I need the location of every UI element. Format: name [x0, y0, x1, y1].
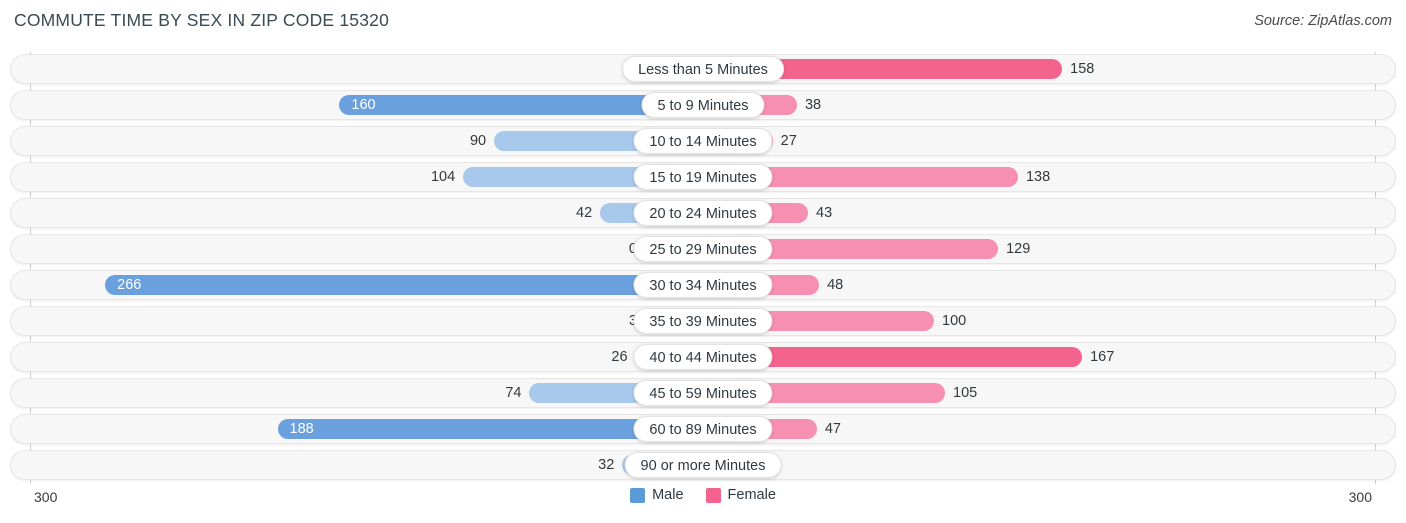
legend-label-female: Female — [727, 487, 776, 503]
bar-value-female: 38 — [804, 97, 822, 113]
bar-male[interactable] — [277, 419, 693, 439]
category-label: 60 to 89 Minutes — [633, 416, 773, 442]
bar-value-female: 27 — [780, 133, 797, 149]
bar-value-male: 42 — [576, 205, 593, 221]
legend: Male Female — [0, 487, 1406, 503]
bar-value-female: 158 — [1070, 61, 1095, 77]
bar-value-male: 32 — [598, 457, 615, 473]
legend-item-male[interactable]: Male — [630, 487, 684, 503]
bar-value-female: 48 — [827, 277, 844, 293]
category-label: 10 to 14 Minutes — [633, 128, 773, 154]
category-label: 40 to 44 Minutes — [633, 344, 773, 370]
bar-value-male: 160 — [351, 97, 376, 113]
legend-item-female[interactable]: Female — [705, 487, 776, 503]
table-row: 42 43 20 to 24 Minutes — [10, 198, 1396, 228]
bar-value-male: 74 — [505, 385, 522, 401]
table-row: 310035 to 39 Minutes — [10, 306, 1396, 336]
table-row: 188 47 60 to 89 Minutes — [10, 414, 1396, 444]
plot-area: 9158Less than 5 Minutes160385 to 9 Minut… — [0, 52, 1406, 484]
bar-value-female: 129 — [1006, 241, 1031, 257]
bar-value-male: 90 — [469, 133, 487, 149]
bar-value-female: 138 — [1025, 169, 1051, 185]
category-label: 5 to 9 Minutes — [641, 92, 765, 118]
table-row: 012925 to 29 Minutes — [10, 234, 1396, 264]
bar-male[interactable] — [105, 275, 693, 295]
bar-value-female: 47 — [824, 421, 841, 437]
table-row: 104 138 15 to 19 Minutes — [10, 162, 1396, 192]
bar-value-female: 167 — [1090, 349, 1115, 365]
category-label: 90 or more Minutes — [624, 452, 782, 478]
legend-swatch-female-icon — [705, 487, 721, 503]
table-row: 32090 or more Minutes — [10, 450, 1396, 480]
source-attribution: Source: ZipAtlas.com — [1254, 13, 1392, 29]
bar-male[interactable] — [339, 95, 693, 115]
table-row: 90 27 10 to 14 Minutes — [10, 126, 1396, 156]
table-row: 9158Less than 5 Minutes — [10, 54, 1396, 84]
bar-value-male: 266 — [117, 277, 142, 293]
bar-value-male: 26 — [611, 349, 628, 365]
bar-value-male: 104 — [430, 169, 456, 185]
bar-value-female: 43 — [816, 205, 833, 221]
table-row: 74 105 45 to 59 Minutes — [10, 378, 1396, 408]
legend-label-male: Male — [652, 487, 684, 503]
page-title: COMMUTE TIME BY SEX IN ZIP CODE 15320 — [14, 10, 390, 30]
category-label: 15 to 19 Minutes — [633, 164, 773, 190]
bar-value-female: 105 — [953, 385, 978, 401]
chart-root: COMMUTE TIME BY SEX IN ZIP CODE 15320 So… — [0, 0, 1406, 523]
category-label: 35 to 39 Minutes — [633, 308, 773, 334]
table-row: 266 48 30 to 34 Minutes — [10, 270, 1396, 300]
category-label: 30 to 34 Minutes — [633, 272, 773, 298]
category-label: 20 to 24 Minutes — [633, 200, 773, 226]
bar-value-female: 100 — [942, 313, 967, 329]
category-label: 45 to 59 Minutes — [633, 380, 773, 406]
table-row: 160 38 5 to 9 Minutes — [10, 90, 1396, 120]
category-label: Less than 5 Minutes — [622, 56, 784, 82]
category-label: 25 to 29 Minutes — [633, 236, 773, 262]
table-row: 26 167 40 to 44 Minutes — [10, 342, 1396, 372]
legend-swatch-male-icon — [630, 487, 646, 503]
bar-value-male: 188 — [289, 421, 314, 437]
